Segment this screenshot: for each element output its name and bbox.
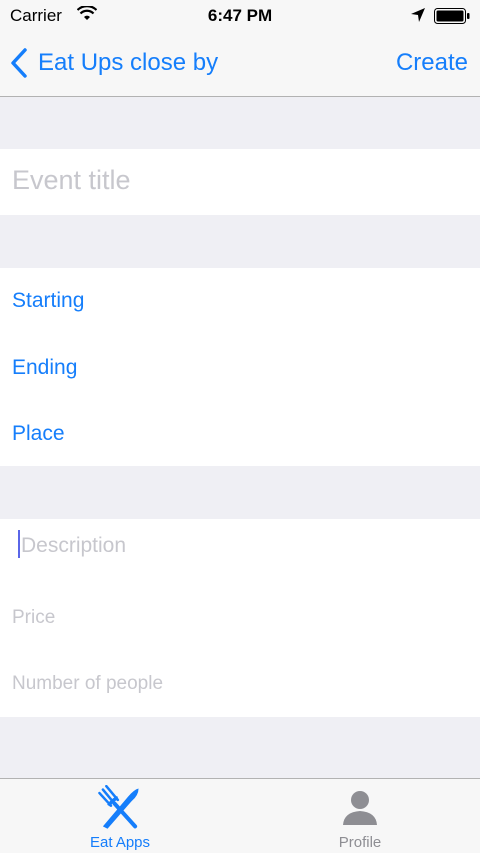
back-button-label: Eat Ups close by xyxy=(38,49,219,76)
status-bar: Carrier 6:47 PM xyxy=(0,0,480,32)
location-arrow-icon xyxy=(411,8,425,22)
tab-bar: Eat Apps Profile xyxy=(0,778,480,853)
tab-profile[interactable]: Profile xyxy=(240,779,480,853)
tab-eat-apps[interactable]: Eat Apps xyxy=(0,779,240,853)
description-input[interactable]: Description xyxy=(21,534,126,558)
place-row[interactable]: Place xyxy=(12,422,65,446)
time-place-section: Starting Ending Place xyxy=(0,268,480,466)
number-of-people-input[interactable]: Number of people xyxy=(12,673,163,695)
text-cursor xyxy=(18,530,20,558)
back-button[interactable]: Eat Ups close by xyxy=(10,46,218,80)
fork-knife-icon xyxy=(98,785,139,829)
starting-row[interactable]: Starting xyxy=(12,289,84,313)
tab-profile-label: Profile xyxy=(338,834,382,851)
price-input[interactable]: Price xyxy=(12,607,55,629)
title-section: Event title xyxy=(0,149,480,215)
chevron-left-icon xyxy=(11,48,27,78)
ending-row[interactable]: Ending xyxy=(12,356,77,380)
person-icon xyxy=(343,791,377,825)
create-button[interactable]: Create xyxy=(396,49,468,77)
clock: 6:47 PM xyxy=(207,6,273,25)
details-section: Description Price Number of people xyxy=(0,519,480,717)
battery-icon xyxy=(434,8,470,24)
navigation-bar: Eat Ups close by Create xyxy=(0,32,480,97)
event-title-input[interactable]: Event title xyxy=(12,165,131,196)
tab-eat-apps-label: Eat Apps xyxy=(89,834,151,851)
